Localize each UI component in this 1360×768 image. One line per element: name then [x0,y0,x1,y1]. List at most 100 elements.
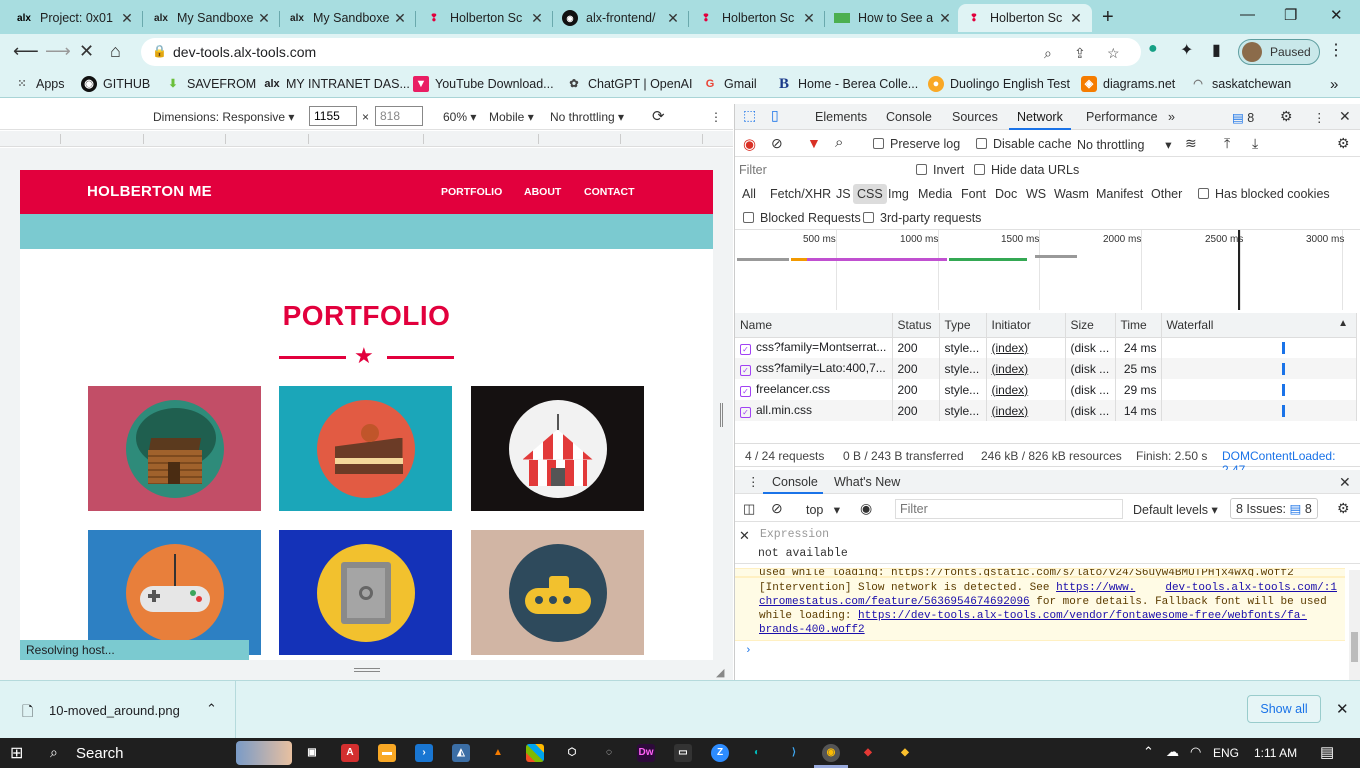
address-bar[interactable]: 🔒 dev-tools.alx-tools.com ⌕ ⇪ ☆ [141,38,1141,66]
home-icon[interactable]: ⌂ [110,41,121,62]
bookmark-diagrams[interactable]: ◈ diagrams.net [1081,76,1175,92]
portfolio-item-circus[interactable] [471,386,644,511]
download-item[interactable]: 🗋 10-moved_around.png ⌃ [0,681,236,739]
hide-data-urls-checkbox[interactable]: Hide data URLs [974,163,1079,177]
search-icon[interactable]: ⌕ [1044,45,1052,62]
app-git-icon[interactable]: ◆ [859,744,877,762]
taskbar-search[interactable]: Search [76,745,124,762]
type-wasm[interactable]: Wasm [1054,187,1089,201]
close-icon[interactable]: ✕ [665,10,681,27]
dimensions-select[interactable]: Dimensions: Responsive ▾ [153,110,294,124]
more-options-icon[interactable]: ⋮ [710,110,722,124]
close-icon[interactable]: ✕ [392,10,408,27]
network-conditions-icon[interactable]: ≋ [1185,135,1197,152]
settings-icon[interactable]: ◌ [600,744,618,762]
close-download-bar-icon[interactable]: ✕ [1336,700,1349,718]
close-icon[interactable]: ✕ [1068,10,1084,27]
live-expression-eye-icon[interactable]: ◉ [860,500,872,517]
maximize-icon[interactable]: ❐ [1284,6,1297,24]
col-size[interactable]: Size [1065,313,1116,338]
disable-cache-checkbox[interactable]: Disable cache [976,137,1072,151]
throttling-select[interactable]: No throttling ▾ [1077,137,1172,152]
tray-chevron-icon[interactable]: ⌃ [1143,744,1154,760]
issues-badge[interactable]: ▤ 8 [1232,110,1254,125]
third-party-checkbox[interactable]: 3rd-party requests [863,211,981,225]
type-other[interactable]: Other [1151,187,1182,201]
portfolio-item-gamepad[interactable] [88,530,261,655]
minimize-icon[interactable]: — [1240,6,1255,23]
col-initiator[interactable]: Initiator [986,313,1066,338]
type-doc[interactable]: Doc [995,187,1017,201]
type-font[interactable]: Font [961,187,986,201]
width-input[interactable] [309,106,357,126]
filter-icon[interactable]: ▼ [807,135,821,151]
invert-checkbox[interactable]: Invert [916,163,964,177]
browser-tab[interactable]: alx My Sandboxe ✕ [281,4,416,32]
network-settings-icon[interactable]: ⚙ [1337,135,1350,152]
bookmark-apps[interactable]: ⁙ Apps [14,76,64,92]
link[interactable]: https://www. [1056,582,1135,594]
vlc-icon[interactable]: ▲ [489,744,507,762]
portfolio-item-submarine[interactable] [471,530,644,655]
app-git-icon[interactable]: ◆ [896,744,914,762]
dreamweaver-icon[interactable]: Dw [637,744,655,762]
search-icon[interactable]: ⌕ [835,134,843,151]
type-media[interactable]: Media [918,187,952,201]
initiator-link[interactable]: (index) [986,400,1066,421]
drawer-tab-whats-new[interactable]: What's New [834,475,900,489]
portfolio-item-cabin[interactable] [88,386,261,511]
drawer-tab-console[interactable]: Console [772,475,818,489]
bookmark-berea[interactable]: B Home - Berea Colle... [776,76,918,92]
search-icon[interactable]: ⌕ [50,744,58,761]
blocked-requests-checkbox[interactable]: Blocked Requests [743,211,861,225]
bookmark-gmail[interactable]: G Gmail [702,76,757,92]
table-row[interactable]: ✓ freelancer.css 200 style... (index) (di… [735,379,1357,400]
browser-tab[interactable]: How to See a ✕ [826,4,961,32]
context-select[interactable]: top ▾ [806,502,840,517]
source-link[interactable]: dev-tools.alx-tools.com/:1 [1165,581,1337,595]
powershell-icon[interactable]: › [415,744,433,762]
sidebar-toggle-icon[interactable]: ◫ [743,501,755,517]
acrobat-icon[interactable]: A [341,744,359,762]
tab-elements[interactable]: Elements [815,110,867,124]
windows-start-icon[interactable]: ⊞ [10,743,23,763]
issues-button[interactable]: 8 Issues: ▤ 8 [1230,498,1318,519]
bookmark-chatgpt[interactable]: ✿ ChatGPT | OpenAI [566,76,692,92]
virtualbox-icon[interactable]: ⬡ [563,744,581,762]
clear-icon[interactable]: ⊘ [771,135,783,152]
rotate-icon[interactable]: ⟳ [652,107,665,125]
bookmark-savefrom[interactable]: ⬇ SAVEFROM [165,76,256,92]
forward-icon[interactable]: ⟶ [45,41,71,62]
record-icon[interactable]: ◉ [743,135,756,153]
edge-icon[interactable]: ◐ [748,744,766,762]
height-input[interactable] [375,106,423,126]
export-har-icon[interactable]: ⤓ [1252,135,1258,152]
inspect-icon[interactable]: ⬚ [743,107,756,124]
nav-about[interactable]: ABOUT [524,186,561,198]
drawer-menu-icon[interactable]: ⋮ [747,474,760,489]
clock[interactable]: 1:11 AM [1254,746,1297,760]
notifications-icon[interactable]: ▤ [1320,743,1334,761]
table-row[interactable]: ✓ all.min.css 200 style... (index) (disk … [735,400,1357,421]
share-icon[interactable]: ⇪ [1074,45,1086,62]
col-time[interactable]: Time [1115,313,1162,338]
link[interactable]: chromestatus.com/feature/563695467469209… [759,596,1030,608]
bookmark-saskatchewan[interactable]: ◠ saskatchewan [1190,76,1291,92]
app-icon[interactable]: ◭ [452,744,470,762]
initiator-link[interactable]: (index) [986,358,1066,379]
type-fetch-xhr[interactable]: Fetch/XHR [770,187,831,201]
bookmark-github[interactable]: ◉ GITHUB [81,76,150,92]
type-manifest[interactable]: Manifest [1096,187,1143,201]
terminal-icon[interactable]: ▭ [674,744,692,762]
console-filter-input[interactable] [895,499,1123,519]
extensions-puzzle-icon[interactable]: ✦ [1180,40,1193,60]
more-bookmarks-icon[interactable]: » [1330,76,1338,93]
browser-tab-active[interactable]: ❢ Holberton Sc ✕ [958,4,1092,32]
throttle-select[interactable]: No throttling ▾ [550,110,624,124]
stop-icon[interactable]: ✕ [79,41,94,62]
close-icon[interactable]: ✕ [937,10,953,27]
nav-contact[interactable]: CONTACT [584,186,635,198]
console-prompt[interactable]: › [735,641,1345,661]
console-scrollbar[interactable] [1349,570,1360,680]
browser-tab[interactable]: alx Project: 0x01 ✕ [8,4,143,32]
